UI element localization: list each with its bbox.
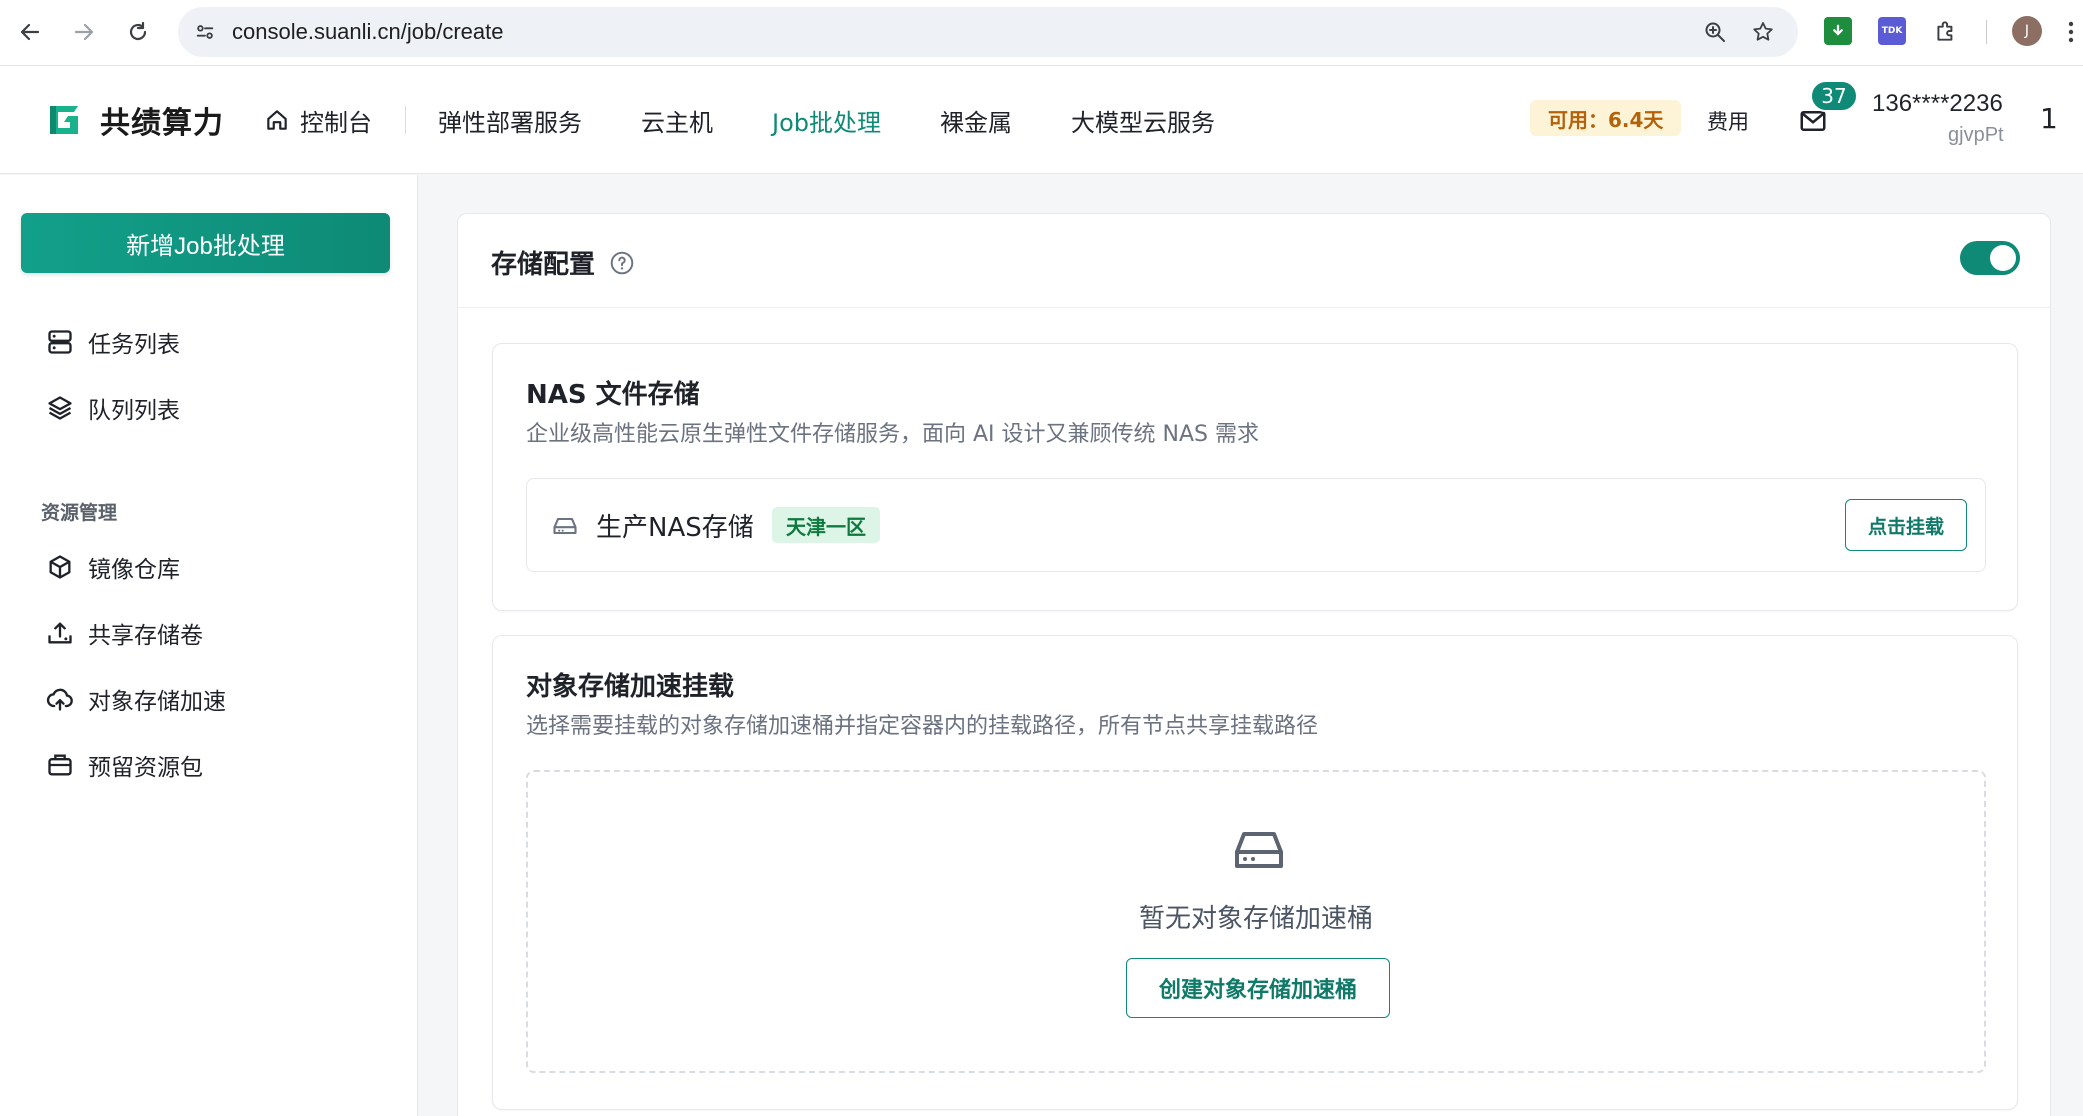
- nas-description: 企业级高性能云原生弹性文件存储服务，面向 AI 设计又兼顾传统 NAS 需求: [526, 422, 1259, 447]
- empty-state-text: 暂无对象存储加速桶: [1138, 904, 1373, 934]
- layers-icon: [48, 396, 72, 420]
- sidebar-item-label: 共享存储卷: [88, 623, 203, 649]
- box-icon: [49, 555, 71, 579]
- sidebar-item-label: 镜像仓库: [88, 557, 180, 583]
- home-icon: [267, 110, 287, 130]
- storage-config-card: 存储配置 NAS 文件存储 企业级高性能云原生弹性文件存储服务，面向 AI 设计…: [457, 213, 2051, 1116]
- toolbar-divider: [1986, 20, 1987, 44]
- extension-download-icon[interactable]: [1824, 17, 1852, 45]
- new-job-button[interactable]: 新增Job批处理: [21, 213, 390, 273]
- nav-item-bare-metal[interactable]: 裸金属: [940, 103, 1012, 138]
- app-header: 共绩算力 控制台 弹性部署服务 云主机 Job批处理 裸金属 大模型云服务 可用…: [0, 66, 2083, 174]
- site-settings-icon[interactable]: [190, 17, 220, 47]
- sidebar-item-label: 对象存储加速: [88, 689, 226, 715]
- create-bucket-button[interactable]: 创建对象存储加速桶: [1126, 958, 1390, 1018]
- extensions-puzzle-icon[interactable]: [1932, 17, 1960, 45]
- reload-button[interactable]: [120, 14, 156, 50]
- nav-item-label: 控制台: [300, 108, 372, 137]
- nav-item-elastic-deploy[interactable]: 弹性部署服务: [438, 103, 582, 138]
- back-button[interactable]: [12, 14, 48, 50]
- user-name: gjvpPt: [1948, 124, 2004, 146]
- logo-text: 共绩算力: [100, 106, 224, 141]
- region-badge: 天津一区: [772, 507, 880, 543]
- hard-drive-icon: [553, 517, 577, 535]
- profile-avatar[interactable]: J: [2012, 16, 2042, 46]
- browser-toolbar: console.suanli.cn/job/create TDK J: [0, 0, 2083, 66]
- sidebar: 新增Job批处理 任务列表 队列列表 资源管理 镜像仓库 共享存储卷 对象存储加…: [0, 175, 418, 1116]
- fee-link[interactable]: 费用: [1707, 106, 1749, 136]
- nav-item-cloud-host[interactable]: 云主机: [641, 103, 713, 138]
- extension-tdk-icon[interactable]: TDK: [1878, 17, 1906, 45]
- empty-state: 暂无对象存储加速桶 创建对象存储加速桶: [526, 770, 1986, 1073]
- sidebar-item-shared-volume[interactable]: 共享存储卷: [46, 615, 203, 651]
- logo[interactable]: 共绩算力: [46, 98, 224, 142]
- object-storage-description: 选择需要挂载的对象存储加速桶并指定容器内的挂载路径，所有节点共享挂载路径: [526, 714, 1319, 739]
- nas-title: NAS 文件存储: [526, 380, 700, 410]
- toggle-knob: [1990, 245, 2016, 271]
- url-text[interactable]: console.suanli.cn/job/create: [232, 19, 504, 45]
- zoom-icon[interactable]: [1702, 19, 1728, 45]
- forward-button[interactable]: [66, 14, 102, 50]
- arrow-left-icon: [20, 23, 40, 41]
- mount-button[interactable]: 点击挂载: [1845, 499, 1967, 551]
- sidebar-item-label: 队列列表: [88, 398, 180, 424]
- sidebar-item-task-list[interactable]: 任务列表: [46, 324, 180, 360]
- hard-drive-icon: [1235, 832, 1283, 868]
- nas-storage-row: 生产NAS存储 天津一区 点击挂载: [526, 478, 1986, 572]
- nav-divider: [405, 106, 406, 134]
- sidebar-item-label: 预留资源包: [88, 755, 203, 781]
- sidebar-item-object-storage[interactable]: 对象存储加速: [46, 681, 226, 717]
- help-icon[interactable]: [609, 250, 635, 276]
- user-phone[interactable]: 136****2236: [1872, 90, 2003, 118]
- sidebar-item-queue-list[interactable]: 队列列表: [46, 390, 180, 426]
- object-storage-section: 对象存储加速挂载 选择需要挂载的对象存储加速桶并指定容器内的挂载路径，所有节点共…: [492, 635, 2018, 1110]
- object-storage-title: 对象存储加速挂载: [526, 672, 735, 702]
- card-header: 存储配置: [458, 214, 2050, 308]
- cloud-upload-icon: [46, 688, 73, 711]
- upload-tray-icon: [48, 622, 72, 644]
- user-count[interactable]: 1: [2040, 102, 2058, 135]
- nav-item-llm-cloud[interactable]: 大模型云服务: [1071, 103, 1215, 138]
- sidebar-item-image-repo[interactable]: 镜像仓库: [46, 549, 180, 585]
- sidebar-item-label: 任务列表: [88, 332, 180, 358]
- top-nav: 控制台 弹性部署服务 云主机 Job批处理 裸金属 大模型云服务: [264, 100, 1274, 140]
- page-title: 存储配置: [491, 244, 635, 281]
- storage-toggle[interactable]: [1960, 241, 2020, 275]
- server-list-icon: [48, 330, 72, 354]
- available-balance-badge[interactable]: 可用：6.4天: [1530, 100, 1682, 136]
- card-title-text: 存储配置: [491, 250, 596, 280]
- arrow-right-icon: [74, 23, 94, 41]
- address-bar[interactable]: console.suanli.cn/job/create: [178, 7, 1798, 57]
- sidebar-item-reserved-package[interactable]: 预留资源包: [46, 747, 203, 783]
- package-icon: [48, 754, 72, 776]
- nas-storage-name: 生产NAS存储: [596, 513, 754, 543]
- nav-item-job-batch[interactable]: Job批处理: [772, 103, 881, 138]
- reload-icon: [129, 21, 147, 41]
- menu-kebab-icon[interactable]: [2068, 20, 2074, 44]
- sidebar-group-title: 资源管理: [41, 502, 118, 524]
- nas-section: NAS 文件存储 企业级高性能云原生弹性文件存储服务，面向 AI 设计又兼顾传统…: [492, 343, 2018, 611]
- logo-mark-icon: [50, 106, 78, 134]
- bookmark-star-icon[interactable]: [1750, 19, 1776, 45]
- nav-item-console[interactable]: 控制台: [264, 103, 372, 138]
- mail-count-badge: 37: [1810, 80, 1858, 112]
